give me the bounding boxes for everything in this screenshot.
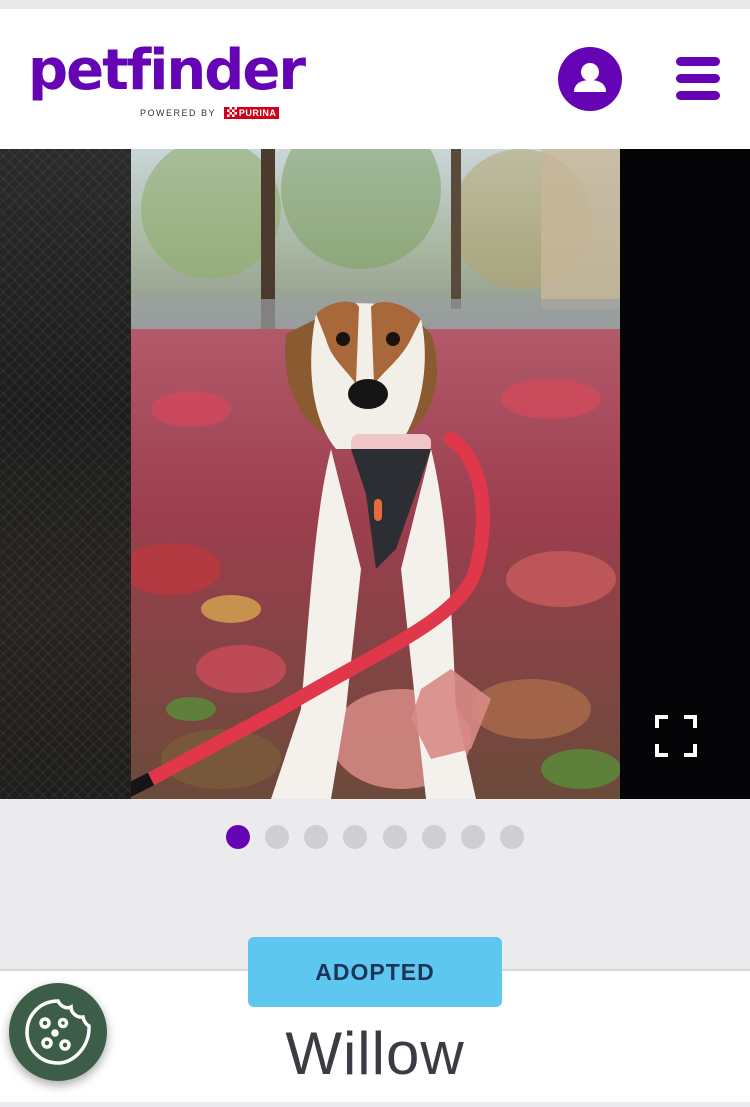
next-photo-peek[interactable] xyxy=(620,149,750,799)
menu-bar xyxy=(676,74,720,83)
fullscreen-button[interactable] xyxy=(654,714,698,758)
dog-photo-illustration xyxy=(131,149,620,799)
account-button[interactable] xyxy=(558,47,622,111)
status-strip xyxy=(0,0,750,9)
pagination-dot[interactable] xyxy=(383,825,407,849)
site-header: petfinder POWERED BY PURINA xyxy=(0,9,750,149)
cookie-settings-button[interactable] xyxy=(9,983,107,1081)
pet-name: Willow xyxy=(285,1020,465,1087)
purina-label: PURINA xyxy=(238,108,277,118)
pagination-dot[interactable] xyxy=(461,825,485,849)
pagination-dot[interactable] xyxy=(343,825,367,849)
adoption-status-badge: ADOPTED xyxy=(248,937,502,1007)
menu-bar xyxy=(676,91,720,100)
pagination-dot[interactable] xyxy=(226,825,250,849)
pagination-dot[interactable] xyxy=(500,825,524,849)
photo-gallery[interactable] xyxy=(0,149,750,799)
pagination-dot[interactable] xyxy=(304,825,328,849)
fullscreen-expand-icon xyxy=(655,715,697,757)
logo-powered-by: POWERED BY xyxy=(140,108,216,118)
dog-photo[interactable] xyxy=(131,149,620,799)
user-account-icon xyxy=(574,63,606,92)
petfinder-logo[interactable]: petfinder POWERED BY PURINA xyxy=(28,41,308,131)
menu-button[interactable] xyxy=(676,57,720,101)
bottom-strip xyxy=(0,1102,750,1107)
logo-wordmark: petfinder xyxy=(28,38,306,103)
logo-tagline: POWERED BY PURINA xyxy=(140,107,280,119)
previous-photo-peek[interactable] xyxy=(0,149,131,799)
purina-badge: PURINA xyxy=(223,107,280,119)
hamburger-menu-icon xyxy=(676,57,720,66)
cookie-icon xyxy=(25,999,91,1065)
pagination-dot[interactable] xyxy=(265,825,289,849)
gallery-pagination xyxy=(226,825,526,849)
purina-checkerboard-icon xyxy=(226,107,237,117)
pagination-dot[interactable] xyxy=(422,825,446,849)
